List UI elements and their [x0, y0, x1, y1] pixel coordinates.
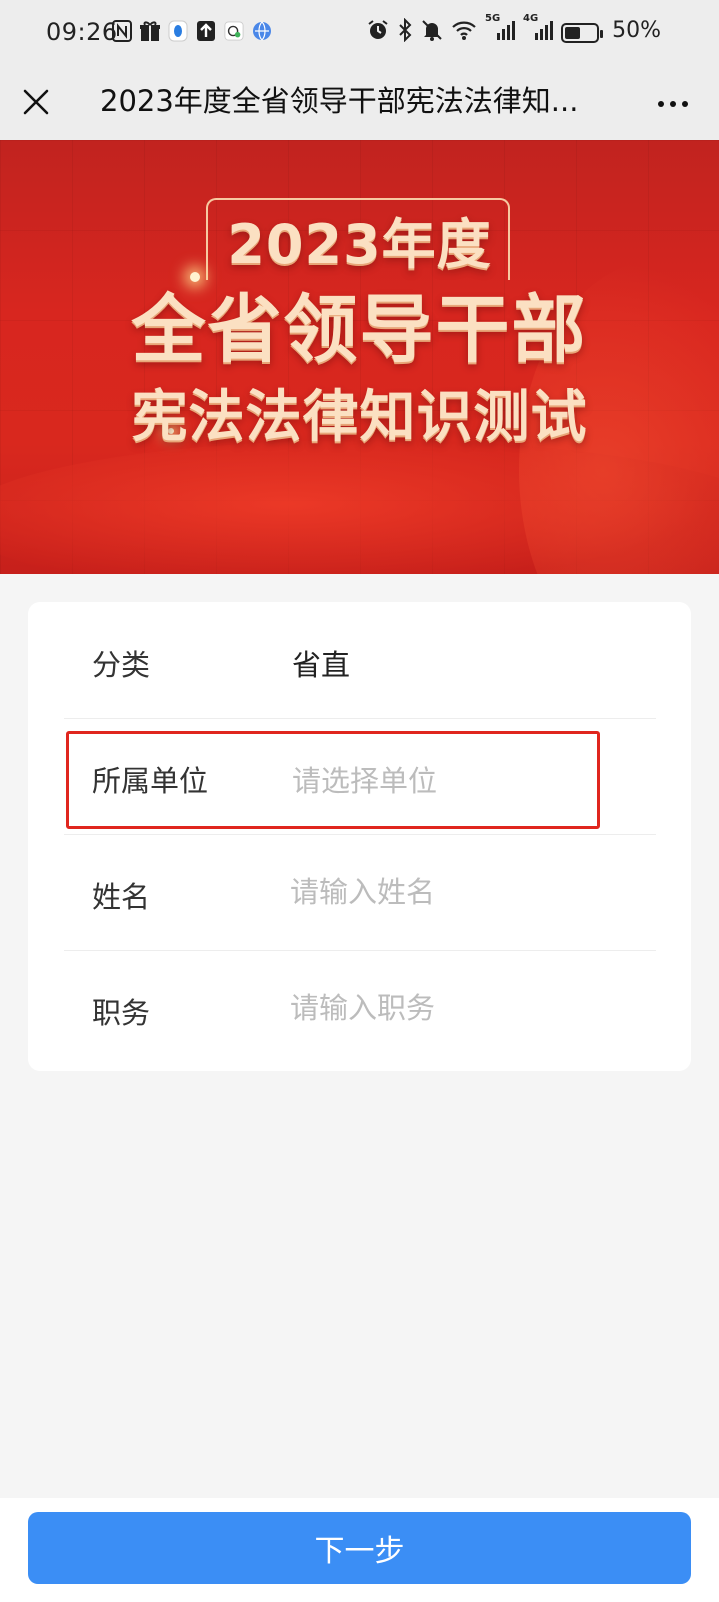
- banner: 2023年度 全省领导干部 宪法法律知识测试: [0, 140, 719, 574]
- form-card: 分类 省直 所属单位 请选择单位 姓名 职务: [28, 602, 691, 1071]
- network-label-4g: 4G: [523, 13, 539, 24]
- battery-icon: [561, 23, 603, 43]
- position-label: 职务: [92, 996, 151, 1030]
- page-title: 2023年度全省领导干部宪法法律知...: [100, 84, 579, 118]
- alarm-icon: [367, 19, 389, 47]
- mute-icon: [421, 19, 443, 47]
- close-icon: [23, 89, 49, 115]
- bluetooth-icon: [397, 17, 413, 48]
- category-value[interactable]: 省直: [292, 642, 350, 684]
- status-left-icons: [112, 20, 272, 42]
- status-time: 09:26: [46, 18, 118, 46]
- app-icon: [168, 20, 188, 42]
- unit-label: 所属单位: [92, 764, 209, 798]
- name-label: 姓名: [92, 880, 151, 914]
- wifi-icon: [451, 19, 477, 47]
- upload-icon: [196, 20, 216, 42]
- unit-select[interactable]: 请选择单位: [292, 758, 437, 800]
- banner-headline: 全省领导干部: [131, 287, 588, 373]
- form-row-category[interactable]: 分类 省直: [64, 602, 656, 719]
- name-input[interactable]: [290, 866, 630, 918]
- form-row-position: 职务: [64, 950, 656, 1066]
- status-bar: 09:26 5G 4G 50%: [0, 0, 719, 66]
- network-label-5g: 5G: [485, 13, 501, 24]
- title-bar: 2023年度全省领导干部宪法法律知...: [0, 66, 719, 140]
- next-button[interactable]: 下一步: [28, 1512, 691, 1584]
- chat-icon: [224, 20, 244, 42]
- battery-fill: [565, 27, 580, 39]
- more-button[interactable]: [651, 84, 695, 124]
- banner-year: 2023年度: [227, 213, 492, 276]
- form-row-name: 姓名: [64, 834, 656, 951]
- position-input[interactable]: [290, 982, 630, 1034]
- more-icon: [655, 101, 691, 107]
- category-label: 分类: [92, 648, 151, 682]
- signal-5g-icon: 5G: [485, 13, 515, 47]
- nfc-icon: [112, 20, 132, 42]
- gift-icon: [140, 20, 160, 42]
- status-right-icons: 5G 4G: [367, 13, 603, 48]
- signal-4g-icon: 4G: [523, 13, 553, 47]
- bottom-bar: 下一步: [0, 1498, 719, 1602]
- browser-icon: [252, 20, 272, 42]
- battery-percent: 50%: [612, 18, 661, 43]
- close-button[interactable]: [16, 82, 56, 122]
- form-row-unit[interactable]: 所属单位 请选择单位: [64, 718, 656, 835]
- banner-subheadline: 宪法法律知识测试: [131, 385, 588, 450]
